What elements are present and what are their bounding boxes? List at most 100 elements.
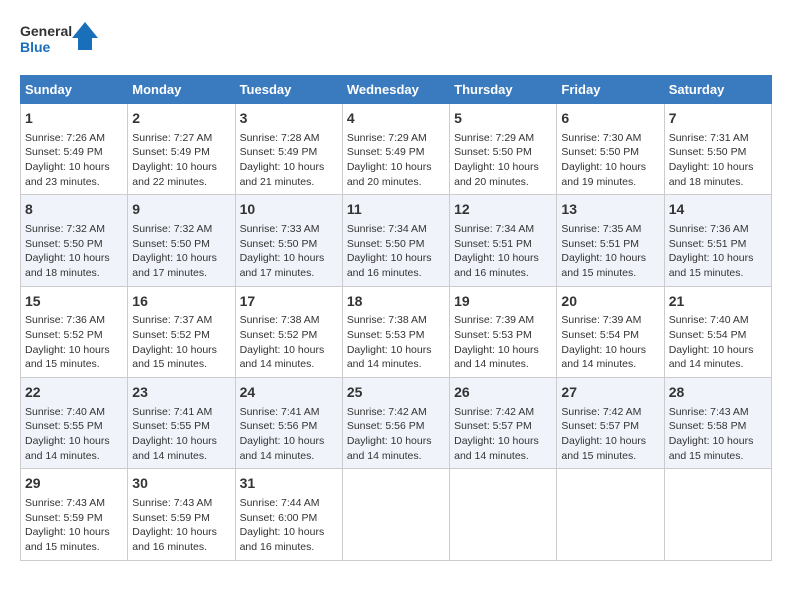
day-cell: 5Sunrise: 7:29 AM Sunset: 5:50 PM Daylig…: [450, 104, 557, 195]
day-info: Sunrise: 7:26 AM Sunset: 5:49 PM Dayligh…: [25, 131, 123, 190]
day-info: Sunrise: 7:43 AM Sunset: 5:59 PM Dayligh…: [25, 496, 123, 555]
day-cell: 19Sunrise: 7:39 AM Sunset: 5:53 PM Dayli…: [450, 286, 557, 377]
day-cell: 24Sunrise: 7:41 AM Sunset: 5:56 PM Dayli…: [235, 378, 342, 469]
day-info: Sunrise: 7:33 AM Sunset: 5:50 PM Dayligh…: [240, 222, 338, 281]
day-cell: 17Sunrise: 7:38 AM Sunset: 5:52 PM Dayli…: [235, 286, 342, 377]
day-info: Sunrise: 7:29 AM Sunset: 5:49 PM Dayligh…: [347, 131, 445, 190]
day-info: Sunrise: 7:42 AM Sunset: 5:57 PM Dayligh…: [454, 405, 552, 464]
day-info: Sunrise: 7:43 AM Sunset: 5:58 PM Dayligh…: [669, 405, 767, 464]
week-row-1: 1Sunrise: 7:26 AM Sunset: 5:49 PM Daylig…: [21, 104, 772, 195]
day-number: 8: [25, 200, 123, 220]
day-info: Sunrise: 7:39 AM Sunset: 5:54 PM Dayligh…: [561, 313, 659, 372]
day-cell: 7Sunrise: 7:31 AM Sunset: 5:50 PM Daylig…: [664, 104, 771, 195]
day-info: Sunrise: 7:41 AM Sunset: 5:56 PM Dayligh…: [240, 405, 338, 464]
day-cell: 14Sunrise: 7:36 AM Sunset: 5:51 PM Dayli…: [664, 195, 771, 286]
day-cell: [450, 469, 557, 560]
day-info: Sunrise: 7:32 AM Sunset: 5:50 PM Dayligh…: [25, 222, 123, 281]
day-number: 3: [240, 109, 338, 129]
day-number: 6: [561, 109, 659, 129]
day-info: Sunrise: 7:37 AM Sunset: 5:52 PM Dayligh…: [132, 313, 230, 372]
day-info: Sunrise: 7:29 AM Sunset: 5:50 PM Dayligh…: [454, 131, 552, 190]
day-info: Sunrise: 7:30 AM Sunset: 5:50 PM Dayligh…: [561, 131, 659, 190]
day-cell: 2Sunrise: 7:27 AM Sunset: 5:49 PM Daylig…: [128, 104, 235, 195]
day-number: 20: [561, 292, 659, 312]
logo-svg: General Blue: [20, 20, 100, 65]
day-number: 2: [132, 109, 230, 129]
calendar-header-row: SundayMondayTuesdayWednesdayThursdayFrid…: [21, 76, 772, 104]
day-info: Sunrise: 7:36 AM Sunset: 5:52 PM Dayligh…: [25, 313, 123, 372]
day-cell: 23Sunrise: 7:41 AM Sunset: 5:55 PM Dayli…: [128, 378, 235, 469]
day-number: 25: [347, 383, 445, 403]
day-number: 1: [25, 109, 123, 129]
day-cell: 22Sunrise: 7:40 AM Sunset: 5:55 PM Dayli…: [21, 378, 128, 469]
day-number: 7: [669, 109, 767, 129]
day-cell: 13Sunrise: 7:35 AM Sunset: 5:51 PM Dayli…: [557, 195, 664, 286]
day-cell: 6Sunrise: 7:30 AM Sunset: 5:50 PM Daylig…: [557, 104, 664, 195]
svg-text:Blue: Blue: [20, 39, 51, 55]
day-cell: 28Sunrise: 7:43 AM Sunset: 5:58 PM Dayli…: [664, 378, 771, 469]
day-number: 19: [454, 292, 552, 312]
day-info: Sunrise: 7:40 AM Sunset: 5:54 PM Dayligh…: [669, 313, 767, 372]
day-cell: 8Sunrise: 7:32 AM Sunset: 5:50 PM Daylig…: [21, 195, 128, 286]
day-cell: 9Sunrise: 7:32 AM Sunset: 5:50 PM Daylig…: [128, 195, 235, 286]
header-tuesday: Tuesday: [235, 76, 342, 104]
day-number: 15: [25, 292, 123, 312]
day-number: 26: [454, 383, 552, 403]
week-row-3: 15Sunrise: 7:36 AM Sunset: 5:52 PM Dayli…: [21, 286, 772, 377]
day-info: Sunrise: 7:41 AM Sunset: 5:55 PM Dayligh…: [132, 405, 230, 464]
day-cell: 20Sunrise: 7:39 AM Sunset: 5:54 PM Dayli…: [557, 286, 664, 377]
day-cell: 21Sunrise: 7:40 AM Sunset: 5:54 PM Dayli…: [664, 286, 771, 377]
day-info: Sunrise: 7:38 AM Sunset: 5:52 PM Dayligh…: [240, 313, 338, 372]
header-saturday: Saturday: [664, 76, 771, 104]
day-number: 24: [240, 383, 338, 403]
day-cell: [664, 469, 771, 560]
day-number: 30: [132, 474, 230, 494]
day-number: 17: [240, 292, 338, 312]
day-number: 11: [347, 200, 445, 220]
day-cell: [342, 469, 449, 560]
day-info: Sunrise: 7:35 AM Sunset: 5:51 PM Dayligh…: [561, 222, 659, 281]
day-info: Sunrise: 7:32 AM Sunset: 5:50 PM Dayligh…: [132, 222, 230, 281]
day-info: Sunrise: 7:28 AM Sunset: 5:49 PM Dayligh…: [240, 131, 338, 190]
header-thursday: Thursday: [450, 76, 557, 104]
day-info: Sunrise: 7:40 AM Sunset: 5:55 PM Dayligh…: [25, 405, 123, 464]
day-number: 31: [240, 474, 338, 494]
day-info: Sunrise: 7:27 AM Sunset: 5:49 PM Dayligh…: [132, 131, 230, 190]
day-info: Sunrise: 7:44 AM Sunset: 6:00 PM Dayligh…: [240, 496, 338, 555]
day-info: Sunrise: 7:38 AM Sunset: 5:53 PM Dayligh…: [347, 313, 445, 372]
day-info: Sunrise: 7:31 AM Sunset: 5:50 PM Dayligh…: [669, 131, 767, 190]
header-friday: Friday: [557, 76, 664, 104]
week-row-5: 29Sunrise: 7:43 AM Sunset: 5:59 PM Dayli…: [21, 469, 772, 560]
day-cell: 29Sunrise: 7:43 AM Sunset: 5:59 PM Dayli…: [21, 469, 128, 560]
day-number: 13: [561, 200, 659, 220]
day-number: 28: [669, 383, 767, 403]
day-cell: 25Sunrise: 7:42 AM Sunset: 5:56 PM Dayli…: [342, 378, 449, 469]
day-number: 10: [240, 200, 338, 220]
day-cell: 4Sunrise: 7:29 AM Sunset: 5:49 PM Daylig…: [342, 104, 449, 195]
week-row-4: 22Sunrise: 7:40 AM Sunset: 5:55 PM Dayli…: [21, 378, 772, 469]
day-cell: 27Sunrise: 7:42 AM Sunset: 5:57 PM Dayli…: [557, 378, 664, 469]
day-number: 12: [454, 200, 552, 220]
day-info: Sunrise: 7:36 AM Sunset: 5:51 PM Dayligh…: [669, 222, 767, 281]
day-number: 9: [132, 200, 230, 220]
day-cell: [557, 469, 664, 560]
day-cell: 26Sunrise: 7:42 AM Sunset: 5:57 PM Dayli…: [450, 378, 557, 469]
day-info: Sunrise: 7:43 AM Sunset: 5:59 PM Dayligh…: [132, 496, 230, 555]
day-cell: 30Sunrise: 7:43 AM Sunset: 5:59 PM Dayli…: [128, 469, 235, 560]
day-info: Sunrise: 7:42 AM Sunset: 5:57 PM Dayligh…: [561, 405, 659, 464]
day-info: Sunrise: 7:34 AM Sunset: 5:51 PM Dayligh…: [454, 222, 552, 281]
day-number: 27: [561, 383, 659, 403]
logo: General Blue: [20, 20, 100, 65]
day-cell: 16Sunrise: 7:37 AM Sunset: 5:52 PM Dayli…: [128, 286, 235, 377]
day-number: 14: [669, 200, 767, 220]
day-number: 18: [347, 292, 445, 312]
header-wednesday: Wednesday: [342, 76, 449, 104]
day-cell: 31Sunrise: 7:44 AM Sunset: 6:00 PM Dayli…: [235, 469, 342, 560]
day-number: 29: [25, 474, 123, 494]
page-header: General Blue: [20, 20, 772, 65]
week-row-2: 8Sunrise: 7:32 AM Sunset: 5:50 PM Daylig…: [21, 195, 772, 286]
day-number: 23: [132, 383, 230, 403]
day-info: Sunrise: 7:39 AM Sunset: 5:53 PM Dayligh…: [454, 313, 552, 372]
day-info: Sunrise: 7:42 AM Sunset: 5:56 PM Dayligh…: [347, 405, 445, 464]
svg-text:General: General: [20, 23, 72, 39]
